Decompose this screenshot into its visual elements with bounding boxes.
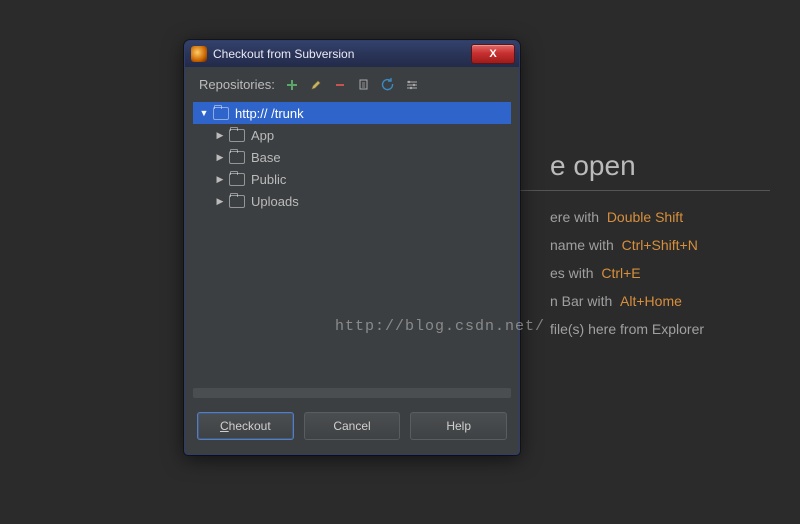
tree-root-row[interactable]: ▼ http:// /trunk (193, 102, 511, 124)
expand-icon[interactable]: ▶ (215, 152, 225, 163)
repositories-toolbar: Repositories: (185, 67, 519, 98)
folder-icon (229, 151, 245, 164)
expand-icon[interactable]: ▶ (215, 174, 225, 185)
tree-root-label: http:// /trunk (235, 106, 304, 121)
shortcut-ctrl-e: Ctrl+E (601, 265, 640, 281)
app-icon (191, 46, 207, 62)
folder-icon (229, 195, 245, 208)
watermark-text: http://blog.csdn.net/ (335, 318, 545, 335)
folder-icon (229, 129, 245, 142)
collapse-icon[interactable]: ▼ (199, 108, 209, 118)
tree-item-base[interactable]: ▶ Base (193, 146, 511, 168)
dialog-button-bar: Checkout Cancel Help (185, 404, 519, 454)
folder-icon (229, 173, 245, 186)
shortcut-ctrl-shift-n: Ctrl+Shift+N (622, 237, 698, 253)
repository-tree[interactable]: ▼ http:// /trunk ▶ App ▶ Base ▶ Public ▶… (193, 102, 511, 382)
tree-item-app[interactable]: ▶ App (193, 124, 511, 146)
tree-item-public[interactable]: ▶ Public (193, 168, 511, 190)
expand-icon[interactable]: ▶ (215, 130, 225, 141)
cancel-button[interactable]: Cancel (304, 412, 401, 440)
repositories-label: Repositories: (199, 77, 275, 92)
checkout-button[interactable]: Checkout (197, 412, 294, 440)
refresh-icon[interactable] (381, 78, 395, 92)
remove-icon[interactable] (333, 78, 347, 92)
shortcut-double-shift: Double Shift (607, 209, 683, 225)
settings-icon[interactable] (405, 78, 419, 92)
copy-icon[interactable] (357, 78, 371, 92)
dialog-titlebar[interactable]: Checkout from Subversion X (185, 41, 519, 67)
dialog-title: Checkout from Subversion (213, 47, 354, 61)
close-icon: X (489, 48, 496, 60)
help-button[interactable]: Help (410, 412, 507, 440)
expand-icon[interactable]: ▶ (215, 196, 225, 207)
checkout-dialog: Checkout from Subversion X Repositories:… (184, 40, 520, 455)
horizontal-scrollbar[interactable] (193, 388, 511, 398)
folder-icon (213, 107, 229, 120)
shortcut-alt-home: Alt+Home (620, 293, 682, 309)
add-icon[interactable] (285, 78, 299, 92)
edit-icon[interactable] (309, 78, 323, 92)
tree-item-uploads[interactable]: ▶ Uploads (193, 190, 511, 212)
close-button[interactable]: X (471, 44, 515, 64)
